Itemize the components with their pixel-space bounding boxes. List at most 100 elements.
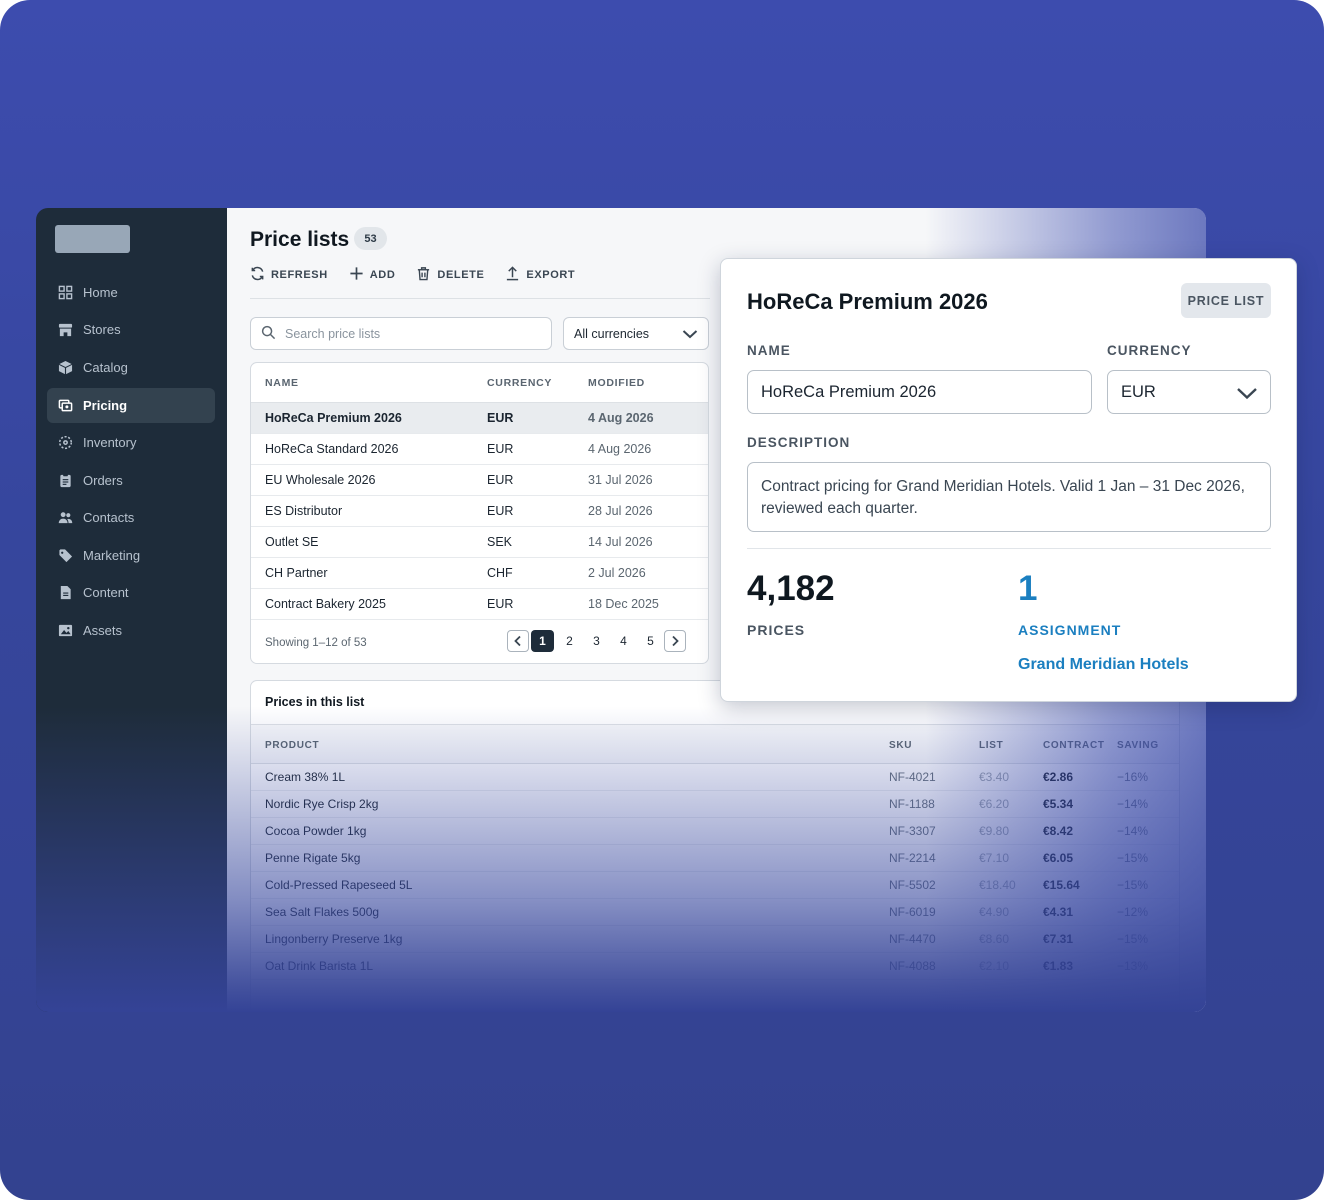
add-button[interactable]: ADD: [349, 266, 396, 284]
table-row[interactable]: Sea Salt Flakes 500g NF-6019 €4.90 €4.31…: [251, 899, 1179, 926]
plus-icon: [349, 266, 364, 284]
list-price: €6.20: [979, 797, 1010, 811]
search-input[interactable]: Search price lists: [250, 317, 552, 350]
delete-button[interactable]: DELETE: [416, 266, 484, 284]
document-icon: [57, 585, 73, 601]
table-footer: Showing 1–12 of 53 1 2 3 4 5: [251, 622, 708, 663]
assignment-count[interactable]: 1: [1018, 569, 1037, 609]
sidebar-item-stores[interactable]: Stores: [47, 312, 215, 347]
contract-price: €5.34: [1043, 797, 1074, 811]
table-row[interactable]: Lingonberry Preserve 1kg NF-4470 €8.60 €…: [251, 926, 1179, 953]
table-row[interactable]: Cold-Pressed Rapeseed 5L NF-5502 €18.40 …: [251, 872, 1179, 899]
currency-filter-select[interactable]: All currencies: [563, 317, 709, 350]
page-title: Price lists: [250, 228, 350, 251]
table-row[interactable]: Nordic Rye Crisp 2kg NF-1188 €6.20 €5.34…: [251, 791, 1179, 818]
page-1-button[interactable]: 1: [531, 630, 554, 652]
table-row[interactable]: EU Wholesale 2026 EUR 31 Jul 2026: [251, 465, 708, 496]
sidebar-item-label: Catalog: [83, 360, 128, 375]
column-header-currency[interactable]: CURRENCY: [487, 377, 552, 389]
prices-count: 4,182: [747, 569, 835, 608]
row-currency: SEK: [487, 535, 513, 549]
product-sku: NF-6019: [889, 905, 936, 919]
clipboard-icon: [57, 473, 73, 489]
row-name: Contract Bakery 2025: [265, 597, 386, 611]
currency-select-value: EUR: [1121, 382, 1156, 401]
table-row[interactable]: ES Distributor EUR 28 Jul 2026: [251, 496, 708, 527]
toolbar: REFRESH ADD DELETE EXPORT: [250, 266, 575, 284]
sidebar-item-pricing[interactable]: Pricing: [47, 388, 215, 423]
sidebar-item-marketing[interactable]: Marketing: [47, 538, 215, 573]
saving-percent: −15%: [1117, 932, 1149, 946]
currency-select[interactable]: EUR: [1107, 370, 1271, 414]
sidebar-item-label: Stores: [83, 322, 121, 337]
tag-icon: [57, 548, 73, 564]
column-header-modified[interactable]: MODIFIED: [588, 377, 645, 389]
search-placeholder: Search price lists: [285, 326, 381, 341]
prices-label: PRICES: [747, 622, 806, 638]
description-label: DESCRIPTION: [747, 435, 851, 450]
list-price: €3.40: [979, 770, 1010, 784]
row-name: Outlet SE: [265, 535, 319, 549]
product-name: Cold-Pressed Rapeseed 5L: [265, 878, 413, 892]
table-row[interactable]: Cream 38% 1L NF-4021 €3.40 €2.86 −16%: [251, 764, 1179, 791]
description-field[interactable]: Contract pricing for Grand Meridian Hote…: [747, 462, 1271, 532]
next-page-button[interactable]: [664, 630, 686, 652]
table-row[interactable]: Outlet SE SEK 14 Jul 2026: [251, 527, 708, 558]
table-row[interactable]: CH Partner CHF 2 Jul 2026: [251, 558, 708, 589]
product-sku: NF-1188: [889, 797, 935, 811]
column-header-list[interactable]: LIST: [979, 740, 1003, 751]
logo[interactable]: [55, 225, 130, 253]
product-name: Oat Drink Barista 1L: [265, 959, 374, 973]
page-4-button[interactable]: 4: [610, 634, 637, 648]
sidebar-item-label: Marketing: [83, 548, 141, 563]
table-header: NAME CURRENCY MODIFIED: [251, 363, 708, 403]
list-price: €8.60: [979, 932, 1010, 946]
assignment-link[interactable]: Grand Meridian Hotels: [1018, 656, 1189, 674]
sidebar-item-content[interactable]: Content: [47, 575, 215, 610]
contract-price: €6.05: [1043, 851, 1074, 865]
row-currency: EUR: [487, 504, 514, 518]
product-sku: NF-2214: [889, 851, 936, 865]
page-3-button[interactable]: 3: [583, 634, 610, 648]
page-2-button[interactable]: 2: [556, 634, 583, 648]
chevron-right-icon: [672, 635, 679, 647]
search-icon: [261, 325, 285, 343]
sidebar-item-assets[interactable]: Assets: [47, 613, 215, 648]
column-header-name[interactable]: NAME: [265, 377, 299, 389]
product-name: Cream 38% 1L: [265, 770, 346, 784]
trash-icon: [416, 266, 431, 284]
sidebar-item-catalog[interactable]: Catalog: [47, 350, 215, 385]
refresh-button[interactable]: REFRESH: [250, 266, 328, 284]
previous-page-button[interactable]: [507, 630, 529, 652]
column-header-saving[interactable]: SAVING: [1117, 740, 1159, 751]
export-button[interactable]: EXPORT: [505, 266, 575, 284]
saving-percent: −15%: [1117, 851, 1149, 865]
table-row[interactable]: Penne Rigate 5kg NF-2214 €7.10 €6.05 −15…: [251, 845, 1179, 872]
table-row[interactable]: Oat Drink Barista 1L NF-4088 €2.10 €1.83…: [251, 953, 1179, 980]
sidebar-item-contacts[interactable]: Contacts: [47, 500, 215, 535]
page-5-button[interactable]: 5: [637, 634, 664, 648]
list-price: €18.40: [979, 878, 1016, 892]
product-sku: NF-4088: [889, 959, 936, 973]
table-row[interactable]: HoReCa Standard 2026 EUR 4 Aug 2026: [251, 434, 708, 465]
table-row[interactable]: HoReCa Premium 2026 EUR 4 Aug 2026: [251, 403, 708, 434]
sidebar-item-inventory[interactable]: Inventory: [47, 425, 215, 460]
sidebar-item-home[interactable]: Home: [47, 275, 215, 310]
column-header-product[interactable]: PRODUCT: [265, 740, 319, 751]
product-name: Cocoa Powder 1kg: [265, 824, 367, 838]
table-row[interactable]: Contract Bakery 2025 EUR 18 Dec 2025: [251, 589, 708, 620]
sidebar-item-orders[interactable]: Orders: [47, 463, 215, 498]
column-header-contract[interactable]: CONTRACT: [1043, 740, 1105, 751]
sidebar-item-label: Contacts: [83, 510, 135, 525]
table-row[interactable]: Cocoa Powder 1kg NF-3307 €9.80 €8.42 −14…: [251, 818, 1179, 845]
type-badge: PRICE LIST: [1181, 283, 1271, 318]
export-label: EXPORT: [526, 269, 576, 281]
column-header-sku[interactable]: SKU: [889, 740, 912, 751]
price-tag-icon: [57, 398, 73, 414]
image-icon: [57, 623, 73, 639]
refresh-label: REFRESH: [271, 269, 328, 281]
contract-price: €4.31: [1043, 905, 1074, 919]
product-name: Nordic Rye Crisp 2kg: [265, 797, 379, 811]
table-header: PRODUCT SKU LIST CONTRACT SAVING: [251, 724, 1179, 764]
name-field[interactable]: HoReCa Premium 2026: [747, 370, 1092, 414]
